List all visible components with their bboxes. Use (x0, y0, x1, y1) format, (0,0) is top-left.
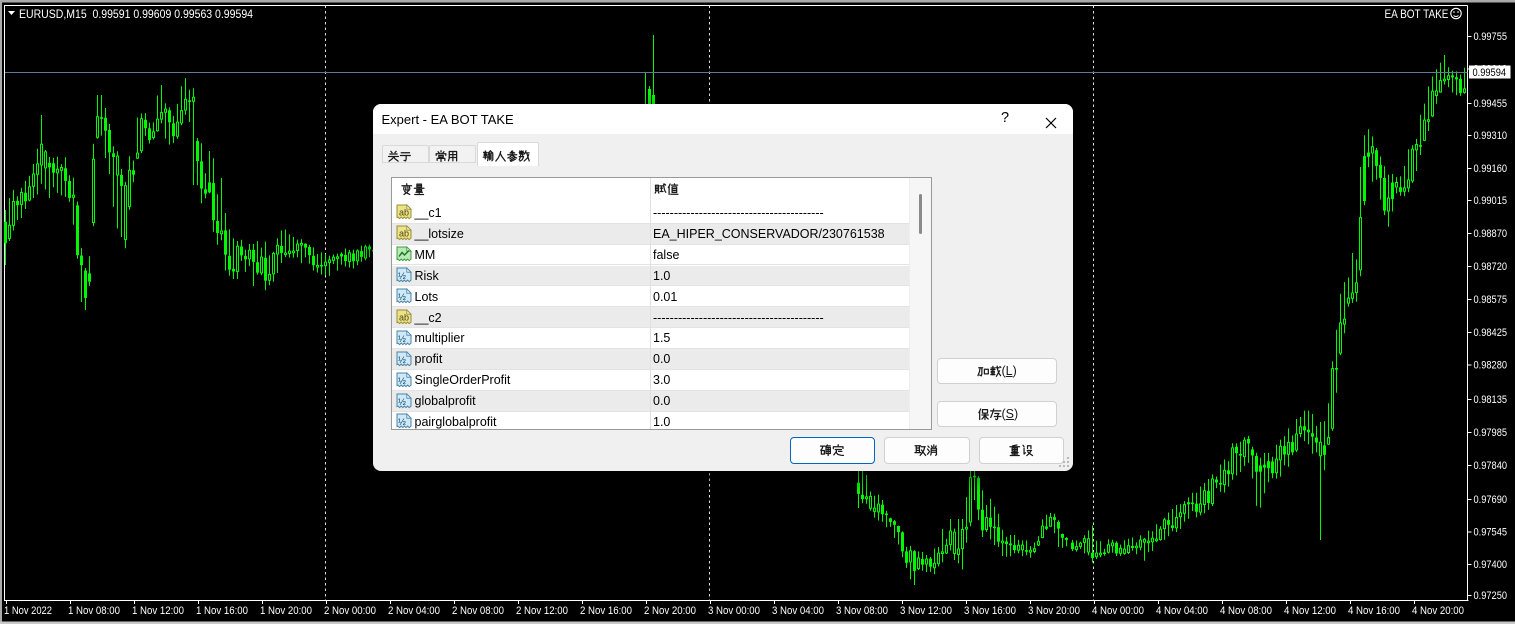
svg-text:0.98135: 0.98135 (1474, 394, 1508, 406)
svg-text:4 Nov 04:00: 4 Nov 04:00 (1156, 605, 1208, 617)
svg-text:0.99455: 0.99455 (1474, 98, 1508, 110)
svg-text:3 Nov 20:00: 3 Nov 20:00 (1028, 605, 1080, 617)
svg-text:2 Nov 08:00: 2 Nov 08:00 (452, 605, 504, 617)
svg-text:0.98870: 0.98870 (1474, 228, 1508, 240)
svg-text:2 Nov 12:00: 2 Nov 12:00 (516, 605, 568, 617)
svg-text:0.99160: 0.99160 (1474, 163, 1508, 175)
svg-text:3 Nov 12:00: 3 Nov 12:00 (900, 605, 952, 617)
svg-text:4 Nov 16:00: 4 Nov 16:00 (1348, 605, 1400, 617)
svg-text:2 Nov 00:00: 2 Nov 00:00 (324, 605, 376, 617)
svg-text:0.97840: 0.97840 (1474, 460, 1508, 472)
svg-text:0.98280: 0.98280 (1474, 360, 1508, 372)
svg-text:3 Nov 16:00: 3 Nov 16:00 (964, 605, 1016, 617)
svg-text:1 Nov 12:00: 1 Nov 12:00 (132, 605, 184, 617)
svg-text:0.99015: 0.99015 (1474, 195, 1508, 207)
svg-text:EURUSD,M15 0.99591 0.99609 0.: EURUSD,M15 0.99591 0.99609 0.99563 0.995… (19, 9, 254, 21)
svg-text:0.99755: 0.99755 (1474, 31, 1508, 43)
svg-text:3 Nov 00:00: 3 Nov 00:00 (708, 605, 760, 617)
svg-text:4 Nov 12:00: 4 Nov 12:00 (1284, 605, 1336, 617)
svg-text:EA BOT TAKE: EA BOT TAKE (1385, 9, 1449, 21)
svg-text:2 Nov 16:00: 2 Nov 16:00 (580, 605, 632, 617)
svg-text:1 Nov 16:00: 1 Nov 16:00 (196, 605, 248, 617)
svg-text:4 Nov 20:00: 4 Nov 20:00 (1412, 605, 1464, 617)
svg-text:4 Nov 08:00: 4 Nov 08:00 (1220, 605, 1272, 617)
svg-text:0.98720: 0.98720 (1474, 261, 1508, 273)
svg-text:0.98425: 0.98425 (1474, 327, 1508, 339)
svg-text:3 Nov 04:00: 3 Nov 04:00 (772, 605, 824, 617)
svg-text:0.99594: 0.99594 (1473, 67, 1507, 79)
svg-text:0.97985: 0.97985 (1474, 427, 1508, 439)
svg-text:0.97690: 0.97690 (1474, 494, 1508, 506)
svg-text:4 Nov 00:00: 4 Nov 00:00 (1092, 605, 1144, 617)
svg-text:0.97400: 0.97400 (1474, 559, 1508, 571)
svg-text:3 Nov 08:00: 3 Nov 08:00 (836, 605, 888, 617)
svg-text:1 Nov 20:00: 1 Nov 20:00 (260, 605, 312, 617)
svg-text:1 Nov 2022: 1 Nov 2022 (4, 605, 52, 617)
svg-text:2 Nov 20:00: 2 Nov 20:00 (644, 605, 696, 617)
svg-text:1 Nov 08:00: 1 Nov 08:00 (68, 605, 120, 617)
svg-text:2 Nov 04:00: 2 Nov 04:00 (388, 605, 440, 617)
svg-text:0.98575: 0.98575 (1474, 294, 1508, 306)
svg-text:0.97250: 0.97250 (1474, 590, 1508, 602)
svg-text:0.97545: 0.97545 (1474, 527, 1508, 539)
svg-text:0.99310: 0.99310 (1474, 130, 1508, 142)
